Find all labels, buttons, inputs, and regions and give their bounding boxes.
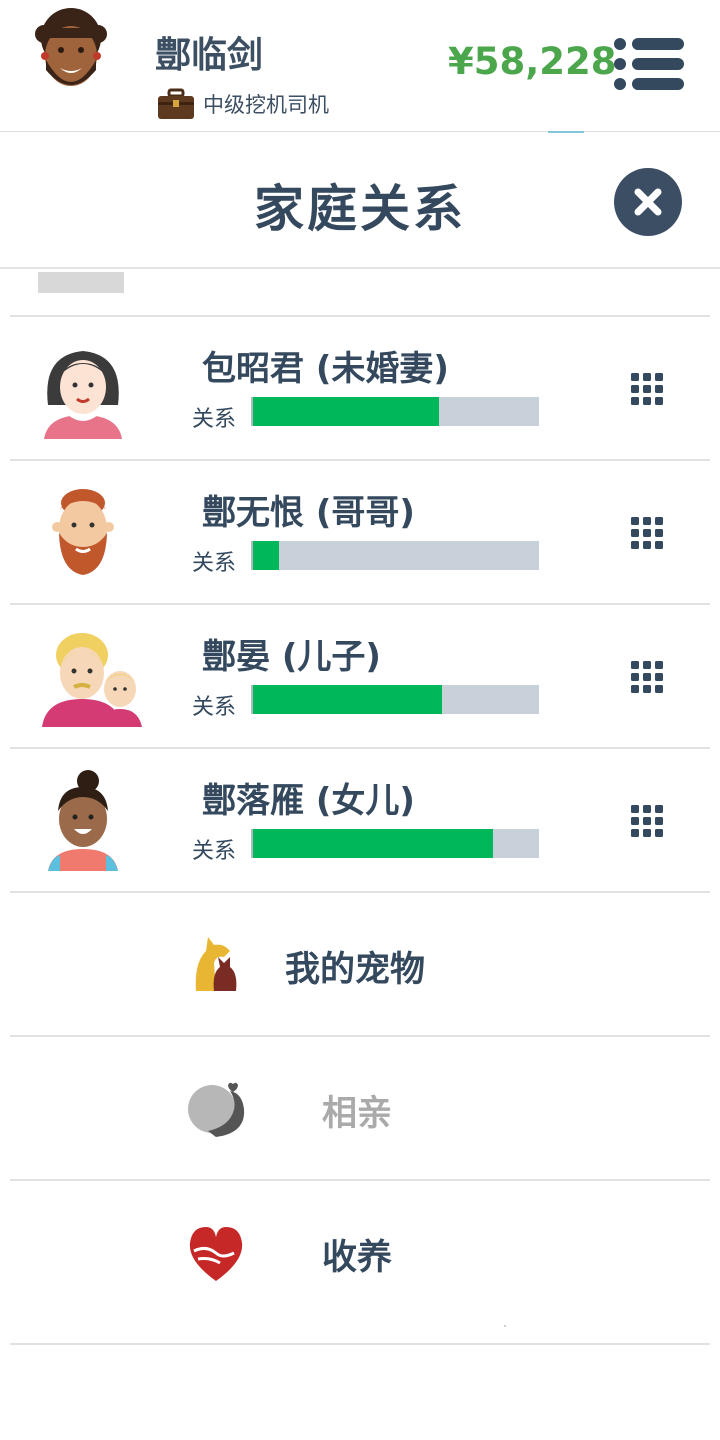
job-info: 中级挖机司机 [157,88,329,120]
relationship-bar [251,541,539,570]
grid-menu-icon[interactable] [630,372,664,406]
grid-menu-icon[interactable] [630,516,664,550]
family-member-name: 鄷无恨 (哥哥) [202,493,415,533]
speck [504,1325,506,1327]
red-bearded-man-avatar-icon [52,489,114,575]
family-member-name: 鄷落雁 (女儿) [202,781,415,821]
relationship-label: 关系 [192,695,237,720]
close-button[interactable] [614,168,682,236]
couple-silhouette-icon [188,1082,245,1137]
my-pets-label: 我的宠物 [285,950,426,990]
family-member-row[interactable]: 鄷落雁 (女儿) 关系 [10,749,710,891]
list-menu-icon[interactable] [612,36,686,92]
relationship-label: 关系 [192,839,237,864]
family-member-name: 鄷晏 (儿子) [202,637,381,677]
relationship-bar [251,829,539,858]
money-balance: ¥58,228 [448,40,617,83]
divider [10,1343,710,1345]
grid-menu-icon[interactable] [630,804,664,838]
relationship-bar-fill [253,541,279,570]
relationship-bar-fill [253,685,442,714]
blind-date-button[interactable]: 相亲 [10,1037,710,1179]
family-member-row[interactable]: 鄷无恨 (哥哥) 关系 [10,461,710,603]
relationship-bar-fill [253,829,494,858]
top-status-bar: 鄷临剑 中级挖机司机 ¥58,228 [0,0,720,133]
adopt-button[interactable]: 收养 [10,1181,710,1323]
family-member-name: 包昭君 (未婚妻) [202,349,449,389]
relationship-bar-fill [253,397,439,426]
player-name: 鄷临剑 [155,35,264,76]
briefcase-icon [158,88,194,119]
grid-menu-icon[interactable] [630,660,664,694]
family-member-row[interactable]: 包昭君 (未婚妻) 关系 [10,317,710,459]
close-x-icon [634,188,662,216]
girl-avatar-icon [48,770,118,871]
woman-avatar-icon [44,351,122,439]
relationship-bar [251,685,539,714]
my-pets-button[interactable]: 我的宠物 [10,893,710,1035]
relationship-bar [251,397,539,426]
blind-date-label: 相亲 [322,1094,393,1134]
father-and-child-avatar-icon [42,633,142,727]
dog-and-cat-icon [195,937,237,991]
job-title: 中级挖机司机 [203,93,329,117]
relationship-label: 关系 [192,551,237,576]
placeholder-block [38,272,124,293]
family-member-row[interactable]: 鄷晏 (儿子) 关系 [10,605,710,747]
bearded-man-avatar-icon[interactable] [30,8,112,98]
heart-hands-icon [189,1227,243,1281]
adopt-label: 收养 [322,1238,393,1278]
page-title: 家庭关系 [254,180,466,238]
relationship-label: 关系 [192,407,237,432]
title-bar: 家庭关系 [0,133,720,269]
